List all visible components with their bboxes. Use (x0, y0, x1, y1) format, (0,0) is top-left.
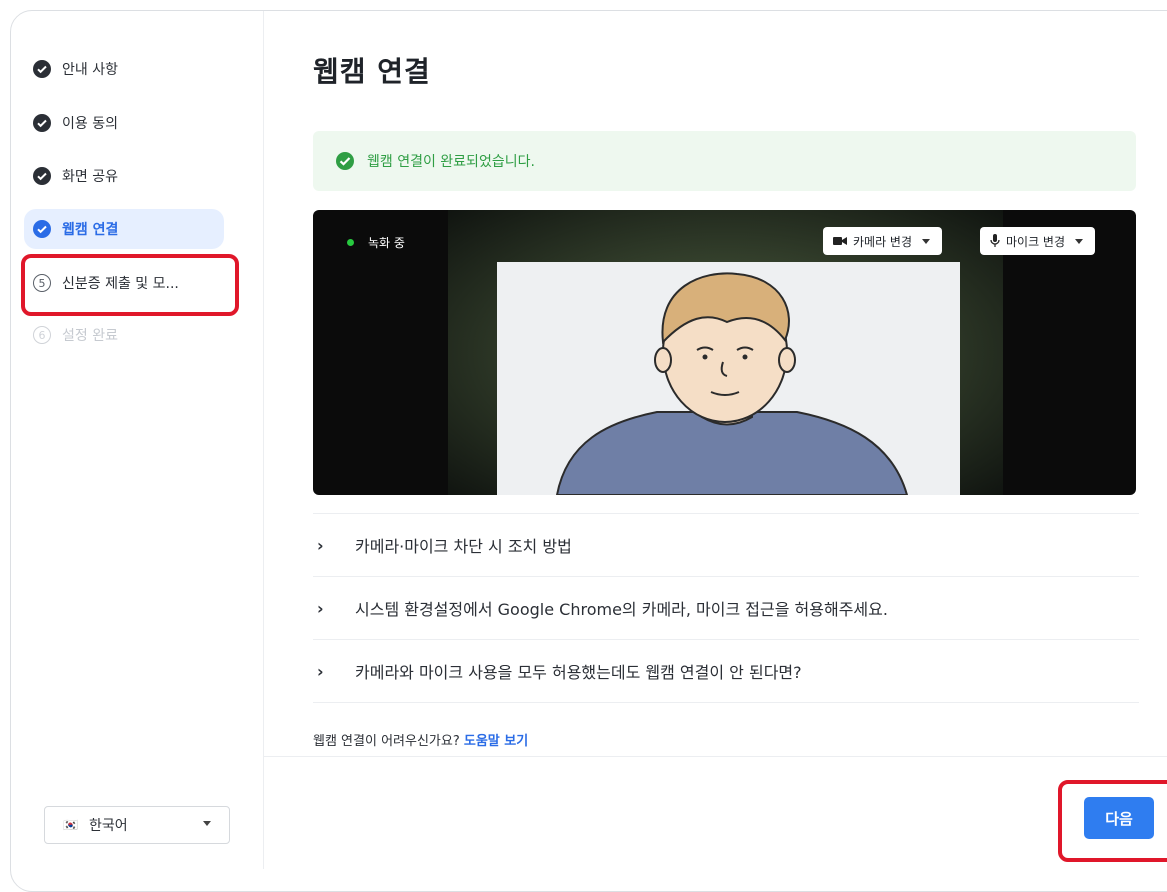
faq-label: 카메라와 마이크 사용을 모두 허용했는데도 웹캠 연결이 안 된다면? (355, 663, 802, 682)
mic-change-label: 마이크 변경 (1006, 234, 1066, 249)
step-notice[interactable]: 안내 사항 (24, 49, 224, 89)
help-link[interactable]: 도움말 보기 (464, 734, 528, 749)
webcam-feed (497, 262, 960, 495)
step-label: 안내 사항 (62, 62, 118, 78)
faq-item-camera-mic-blocked[interactable]: › 카메라·마이크 차단 시 조치 방법 (313, 513, 1139, 576)
check-circle-icon (32, 219, 52, 239)
camera-change-label: 카메라 변경 (853, 234, 913, 249)
check-circle-icon (32, 166, 52, 186)
help-line: 웹캠 연결이 어려우신가요? 도움말 보기 (313, 730, 528, 749)
mic-change-button[interactable]: 마이크 변경 (980, 227, 1096, 255)
recording-dot-icon (347, 239, 354, 246)
video-camera-icon (833, 237, 847, 245)
person-illustration (555, 272, 909, 495)
step-webcam[interactable]: 웹캠 연결 (24, 209, 224, 249)
help-text: 웹캠 연결이 어려우신가요? (313, 734, 460, 749)
microphone-icon (990, 234, 1000, 247)
step-label: 웹캠 연결 (62, 222, 119, 238)
faq-item-still-not-connected[interactable]: › 카메라와 마이크 사용을 모두 허용했는데도 웹캠 연결이 안 된다면? (313, 639, 1139, 703)
faq-item-system-settings[interactable]: › 시스템 환경설정에서 Google Chrome의 카메라, 마이크 접근을… (313, 576, 1139, 639)
success-banner: 웹캠 연결이 완료되었습니다. (313, 131, 1136, 191)
page-title: 웹캠 연결 (313, 55, 431, 88)
step-label: 이용 동의 (62, 116, 118, 132)
webcam-preview: 녹화 중 카메라 변경 마이크 변경 (313, 210, 1136, 495)
step-setup-complete: 6 설정 완료 (24, 315, 224, 355)
chevron-right-icon: › (317, 535, 324, 555)
step-label: 설정 완료 (62, 328, 118, 344)
faq-label: 시스템 환경설정에서 Google Chrome의 카메라, 마이크 접근을 허… (355, 600, 888, 619)
footer-divider (263, 756, 1167, 757)
recording-label: 녹화 중 (368, 236, 405, 250)
chevron-right-icon: › (317, 598, 324, 618)
faq-label: 카메라·마이크 차단 시 조치 방법 (355, 537, 572, 556)
step-consent[interactable]: 이용 동의 (24, 103, 224, 143)
korea-flag-icon: 🇰🇷 (63, 818, 78, 832)
check-circle-icon (32, 113, 52, 133)
check-circle-icon (32, 59, 52, 79)
caret-down-icon (922, 238, 931, 244)
language-select[interactable]: 🇰🇷 한국어 (44, 806, 230, 844)
success-message: 웹캠 연결이 완료되었습니다. (367, 154, 535, 170)
highlight-box-step-5 (21, 254, 239, 316)
caret-down-icon (1075, 238, 1084, 244)
chevron-right-icon: › (317, 661, 324, 681)
step-label: 화면 공유 (62, 169, 118, 185)
caret-down-icon (203, 821, 211, 826)
check-circle-icon (335, 151, 355, 171)
recording-indicator: 녹화 중 (347, 234, 405, 251)
highlight-box-next (1058, 780, 1167, 862)
camera-change-button[interactable]: 카메라 변경 (823, 227, 943, 255)
step-screen-share[interactable]: 화면 공유 (24, 156, 224, 196)
step-number-badge: 6 (33, 326, 51, 344)
language-label: 한국어 (89, 818, 128, 834)
